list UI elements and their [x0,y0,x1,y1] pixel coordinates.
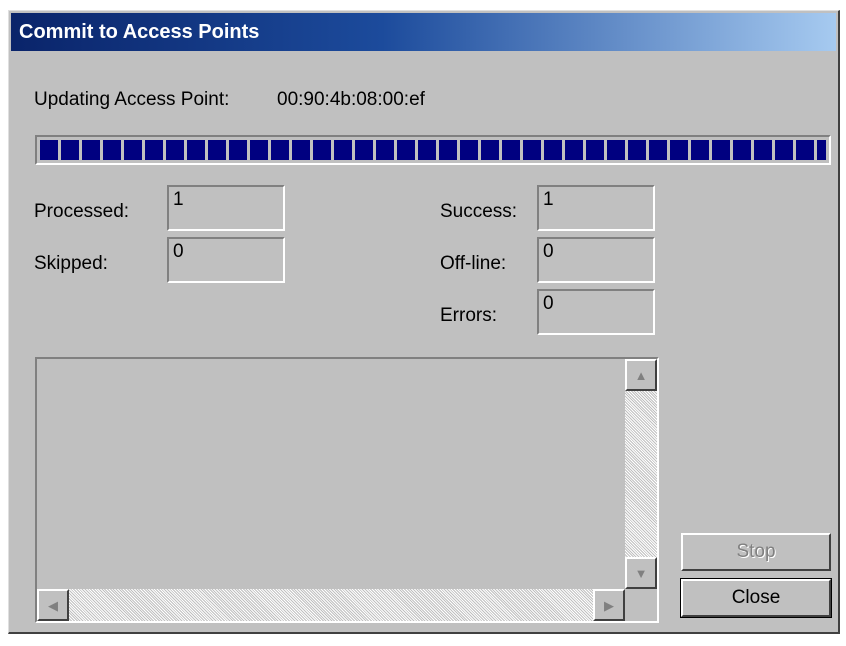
scroll-right-arrow-icon[interactable]: ▶ [593,589,625,621]
stop-button[interactable]: Stop [681,533,831,571]
skipped-field: 0 [167,237,285,283]
status-label: Updating Access Point: [34,89,230,110]
processed-label: Processed: [34,201,130,222]
success-label: Success: [440,201,518,222]
window-title: Commit to Access Points [19,21,260,43]
scrollbar-corner [625,589,657,621]
skipped-label: Skipped: [34,253,108,274]
progress-bar [35,135,831,165]
errors-field: 0 [537,289,655,335]
success-field: 1 [537,185,655,231]
access-point-mac: 00:90:4b:08:00:ef [277,89,425,110]
offline-field: 0 [537,237,655,283]
log-listbox[interactable]: ▲ ▼ ◀ ▶ [35,357,659,623]
errors-label: Errors: [440,305,497,326]
scroll-left-arrow-icon[interactable]: ◀ [37,589,69,621]
vertical-scrollbar[interactable] [625,359,657,589]
commit-dialog: Commit to Access Points Updating Access … [8,10,840,634]
title-bar[interactable]: Commit to Access Points [11,13,836,51]
processed-field: 1 [167,185,285,231]
offline-label: Off-line: [440,253,507,274]
progress-fill [40,140,826,160]
scroll-down-arrow-icon[interactable]: ▼ [625,557,657,589]
scroll-up-arrow-icon[interactable]: ▲ [625,359,657,391]
close-button[interactable]: Close [680,578,832,618]
horizontal-scrollbar[interactable] [37,589,625,621]
